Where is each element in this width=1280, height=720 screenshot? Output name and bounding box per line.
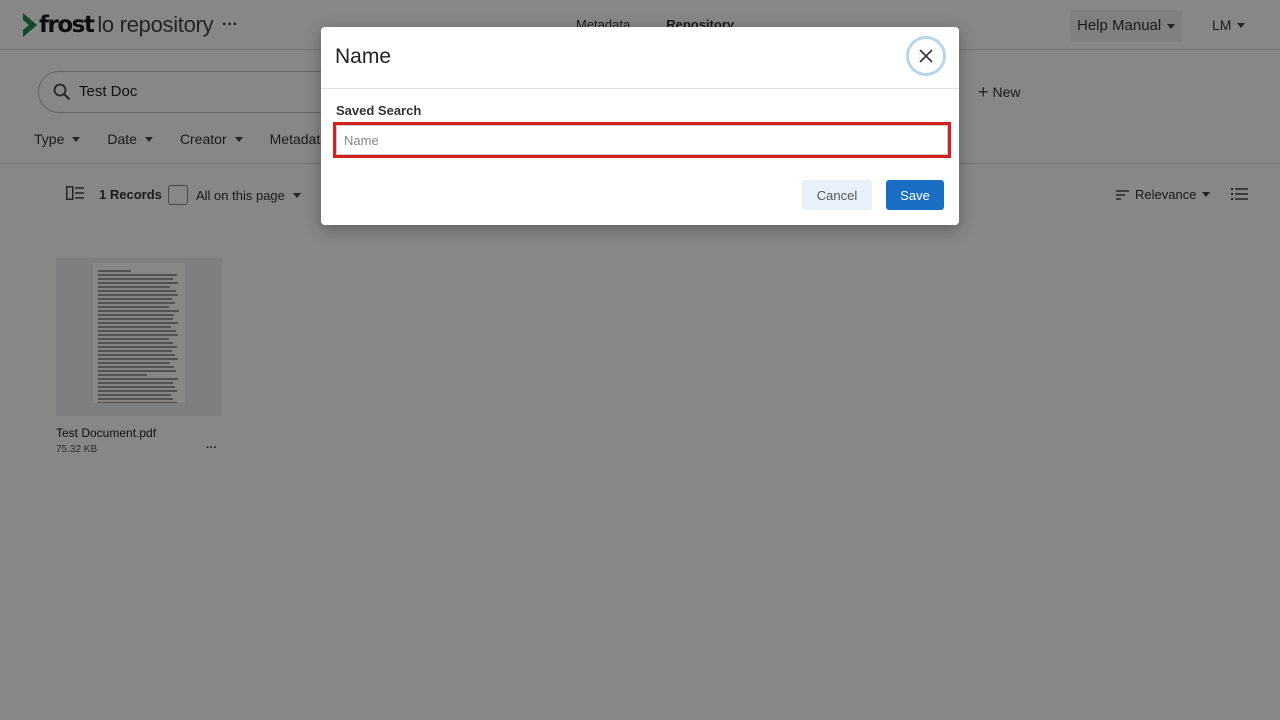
- name-input-highlight: [333, 122, 951, 158]
- name-input[interactable]: [336, 125, 948, 155]
- dialog-divider: [321, 88, 959, 89]
- cancel-button[interactable]: Cancel: [802, 180, 872, 210]
- saved-search-label: Saved Search: [336, 103, 422, 118]
- close-button[interactable]: [906, 36, 946, 76]
- saved-search-dialog: Name Saved Search Cancel Save: [321, 27, 959, 225]
- dialog-title: Name: [335, 45, 392, 68]
- save-button[interactable]: Save: [886, 180, 944, 210]
- close-icon: [919, 49, 933, 63]
